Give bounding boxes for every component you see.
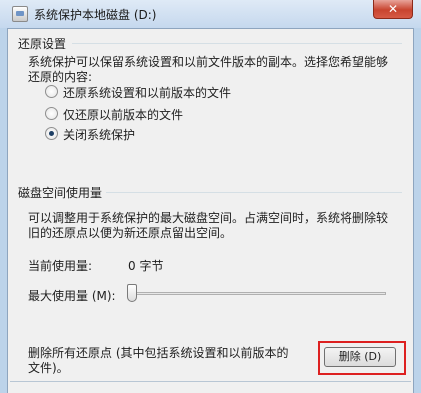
delete-description-line2: 文件)。 <box>28 361 69 375</box>
radio-label: 还原系统设置和以前版本的文件 <box>63 86 232 100</box>
system-protection-icon <box>12 6 28 22</box>
title-bar: 系统保护本地磁盘 (D:) ✕ <box>0 0 421 28</box>
restore-settings-heading: 还原设置 <box>18 37 67 51</box>
radio-button[interactable] <box>45 107 58 120</box>
dialog-body: 还原设置 系统保护可以保留系统设置和以前文件版本的副本。选择您希望能够 还原的内… <box>7 28 414 393</box>
max-usage-slider-track[interactable] <box>128 292 386 295</box>
window-title: 系统保护本地磁盘 (D:) <box>34 8 157 22</box>
bottom-divider <box>10 381 411 382</box>
current-usage-value: 0 字节 <box>128 259 164 273</box>
restore-settings-divider <box>72 43 402 44</box>
radio-label: 仅还原以前版本的文件 <box>63 108 184 122</box>
max-usage-label: 最大使用量 (M): <box>28 289 116 303</box>
disk-usage-heading: 磁盘空间使用量 <box>18 186 103 200</box>
disk-usage-description-line2: 旧的还原点以便为新还原点留出空间。 <box>28 226 233 240</box>
radio-button[interactable] <box>45 85 58 98</box>
delete-button[interactable]: 删除 (D) <box>324 347 396 367</box>
disk-usage-divider <box>106 192 402 193</box>
current-usage-label: 当前使用量: <box>28 259 93 273</box>
max-usage-slider-thumb[interactable] <box>127 284 137 302</box>
radio-label: 关闭系统保护 <box>63 128 136 142</box>
restore-description-line2: 还原的内容: <box>28 70 93 84</box>
close-button[interactable]: ✕ <box>373 0 413 19</box>
radio-selected-dot <box>49 131 54 136</box>
radio-button-selected[interactable] <box>45 127 58 140</box>
